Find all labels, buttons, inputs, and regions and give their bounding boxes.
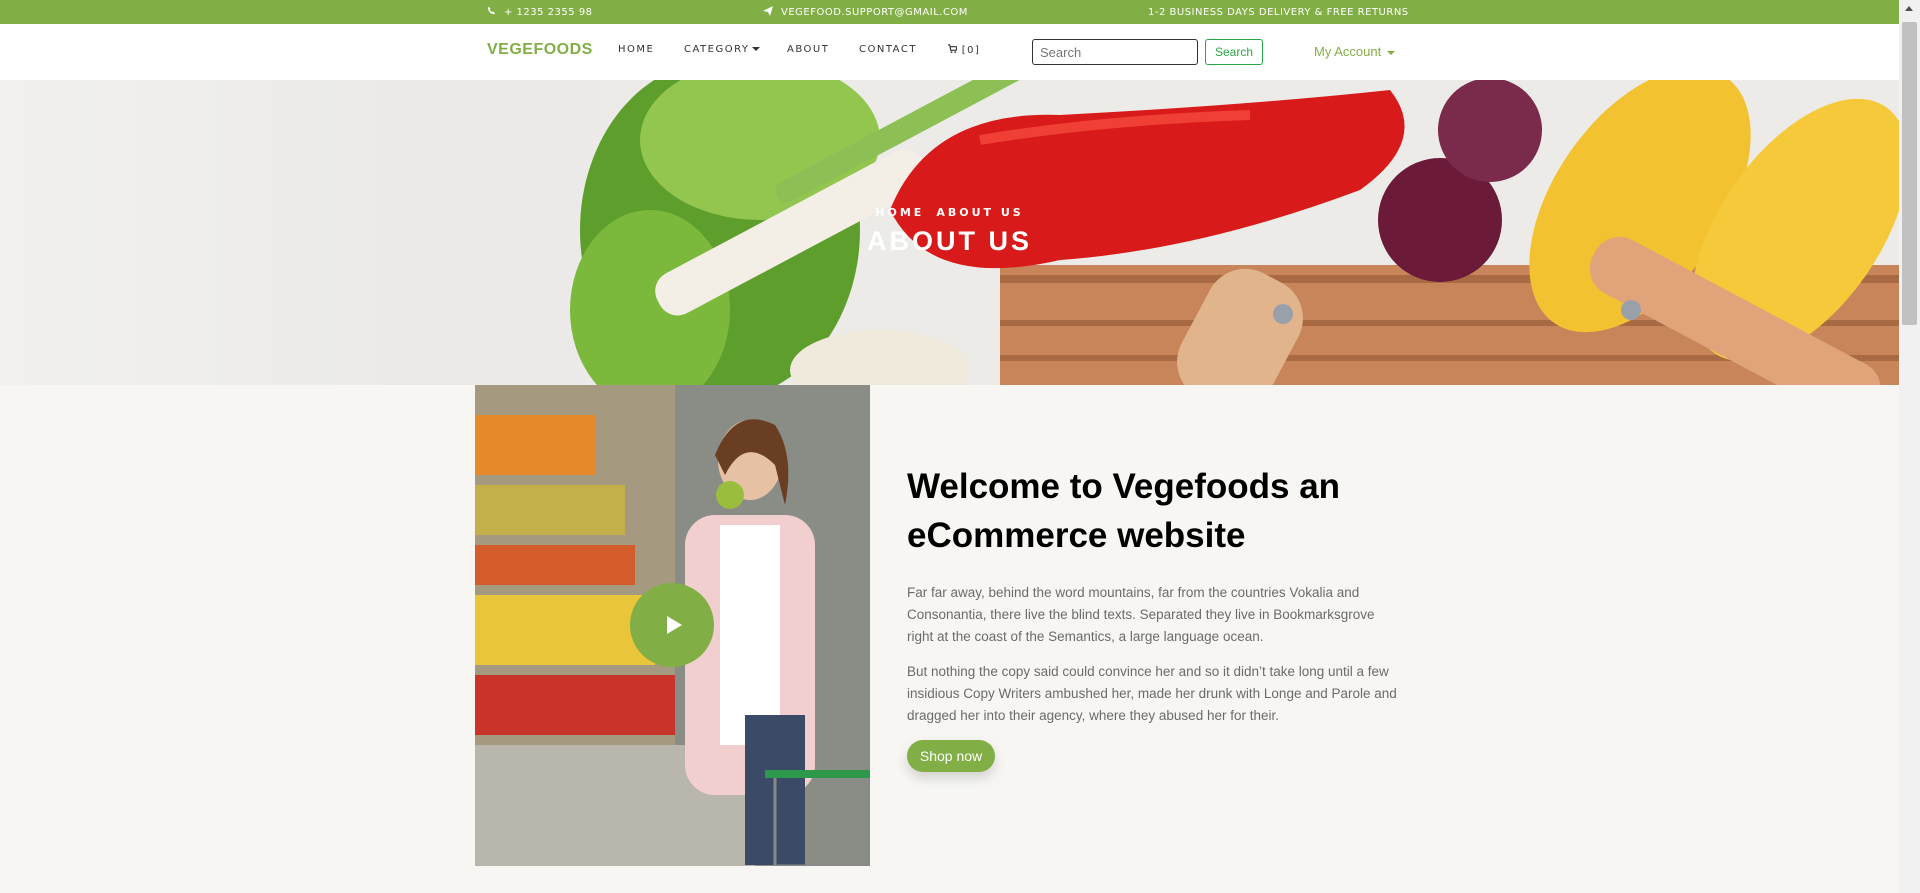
nav-about[interactable]: ABOUT — [787, 44, 829, 55]
phone-info: + 1235 2355 98 — [487, 0, 593, 24]
breadcrumb-home[interactable]: HOME — [875, 206, 924, 219]
hero-banner: HOME ABOUT US ABOUT US — [0, 80, 1899, 385]
nav-cart[interactable]: [0] — [948, 44, 980, 56]
my-account-dropdown[interactable]: My Account — [1314, 44, 1395, 59]
nav-category-label: CATEGORY — [684, 44, 750, 55]
phone-icon — [487, 6, 496, 18]
top-info-bar: + 1235 2355 98 VEGEFOOD.SUPPORT@GMAIL.CO… — [0, 0, 1899, 24]
scroll-up-arrow-icon[interactable] — [1905, 6, 1913, 11]
support-email: VEGEFOOD.SUPPORT@GMAIL.COM — [781, 6, 968, 18]
my-account-label: My Account — [1314, 44, 1382, 59]
main-navbar: VEGEFOODS HOME CATEGORY ABOUT CONTACT [0… — [0, 24, 1899, 80]
paper-plane-icon — [763, 5, 773, 19]
delivery-info: 1-2 BUSINESS DAYS DELIVERY & FREE RETURN… — [1148, 0, 1409, 24]
about-paragraph-1: Far far away, behind the word mountains,… — [907, 585, 1375, 644]
about-heading: Welcome to Vegefoods an eCommerce websit… — [907, 467, 1341, 555]
shop-now-button[interactable]: Shop now — [907, 740, 995, 772]
woman-shopping-image — [475, 385, 870, 866]
cart-count: [0] — [961, 45, 981, 56]
page-title: ABOUT US — [867, 226, 1032, 256]
page-scrollbar[interactable] — [1899, 0, 1920, 893]
email-info: VEGEFOOD.SUPPORT@GMAIL.COM — [763, 0, 968, 24]
phone-number: + 1235 2355 98 — [504, 6, 593, 18]
scroll-thumb[interactable] — [1902, 22, 1917, 325]
chevron-down-icon — [1386, 50, 1395, 55]
search-input[interactable] — [1032, 39, 1198, 65]
breadcrumb: HOME ABOUT US — [0, 206, 1899, 219]
nav-home[interactable]: HOME — [618, 44, 654, 55]
chevron-down-icon — [751, 47, 760, 51]
nav-category-dropdown[interactable]: CATEGORY — [684, 44, 760, 55]
play-video-button[interactable] — [630, 583, 714, 667]
brand-logo[interactable]: VEGEFOODS — [487, 41, 593, 59]
cart-icon — [948, 44, 962, 56]
breadcrumb-current: ABOUT US — [936, 206, 1024, 219]
nav-contact[interactable]: CONTACT — [859, 44, 917, 55]
search-button[interactable]: Search — [1205, 39, 1263, 65]
delivery-text: 1-2 BUSINESS DAYS DELIVERY & FREE RETURN… — [1148, 6, 1409, 18]
play-icon — [666, 616, 682, 634]
about-paragraph-2: But nothing the copy said could convince… — [907, 664, 1397, 723]
